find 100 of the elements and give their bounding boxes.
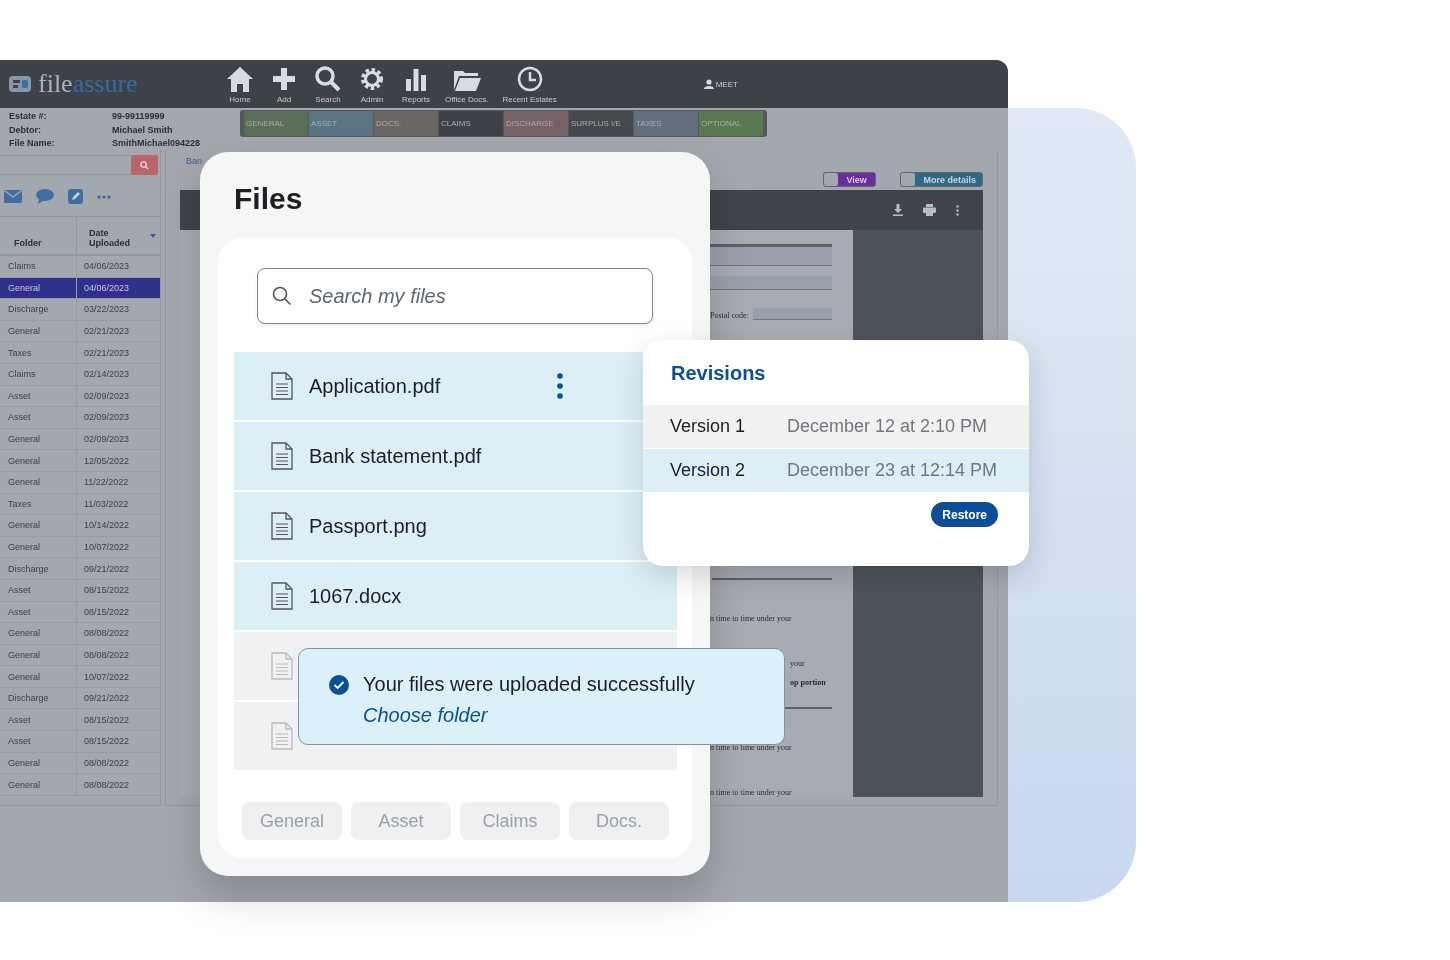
table-row[interactable]: Taxes 02/21/2023 (0, 342, 160, 364)
table-row[interactable]: Asset 02/09/2023 (0, 407, 160, 429)
folder-tab[interactable]: SURPLUS I/E (569, 111, 633, 136)
table-cell: General (0, 774, 77, 795)
table-cell-text: 04/06/2023 (83, 260, 131, 274)
table-cell: Asset (0, 407, 77, 428)
table-cell: General (0, 471, 77, 493)
nav-link[interactable]: Office Docs. (438, 64, 496, 104)
version-row[interactable]: Version 2 December 23 at 12:14 PM (643, 449, 1029, 492)
table-row[interactable]: General 12/05/2022 (0, 450, 160, 472)
table-cell: Asset (0, 601, 77, 623)
nav-link[interactable]: Recent Estates (495, 64, 564, 104)
file-row[interactable]: 1067.docx (234, 562, 677, 630)
printer-icon[interactable] (923, 204, 936, 216)
field-label: Estate #: (9, 110, 48, 123)
more-vertical-icon[interactable] (956, 204, 959, 216)
search-icon (140, 160, 149, 170)
table-row[interactable]: Discharge 09/21/2022 (0, 687, 160, 710)
more-icon[interactable] (97, 194, 111, 199)
edit-icon[interactable] (68, 189, 83, 204)
folder-chip[interactable]: General (242, 802, 342, 840)
table-cell-text: 08/08/2022 (83, 649, 131, 662)
nav-link[interactable]: Reports (394, 64, 438, 104)
table-row[interactable]: General 08/08/2022 (0, 623, 160, 645)
restore-button[interactable]: Restore (931, 502, 998, 527)
table-row[interactable]: Asset 08/15/2022 (0, 601, 160, 624)
breadcrumb-link[interactable]: Ban (186, 156, 202, 166)
document-icon (271, 442, 293, 470)
nav-link[interactable]: Home (218, 64, 262, 104)
table-row[interactable]: Asset 08/15/2022 (0, 579, 160, 602)
folder-tab[interactable]: DOCS. (374, 111, 438, 136)
version-name: Version 2 (670, 460, 747, 481)
table-cell: Discharge (0, 558, 77, 579)
table-row[interactable]: General 02/09/2023 (0, 428, 160, 451)
column-header[interactable]: Date Uploaded (77, 217, 160, 254)
folder-tab[interactable]: GENERAL (244, 111, 308, 136)
speech-bubble-icon[interactable] (36, 189, 54, 204)
table-cell: General (0, 277, 77, 299)
search-field[interactable] (0, 155, 131, 175)
folder-tab[interactable]: CLAIMS (439, 111, 503, 136)
file-row[interactable]: Application.pdf (234, 352, 643, 420)
table-cell-text: 04/06/2023 (83, 281, 131, 295)
version-row[interactable]: Version 1 December 12 at 2:10 PM (643, 405, 1029, 448)
envelope-icon[interactable] (4, 190, 22, 203)
file-name: Application.pdf (309, 374, 441, 398)
table-cell: Claims (0, 363, 77, 385)
table-cell: General (0, 644, 77, 666)
table-row[interactable]: General 08/08/2022 (0, 644, 160, 667)
table-row[interactable]: General 08/08/2022 (0, 752, 160, 775)
toast-message: Your files were uploaded successfully (363, 673, 695, 696)
column-header[interactable]: Folder (0, 217, 77, 254)
table-cell: Asset (0, 385, 77, 407)
folder-tab[interactable]: DISCHARGE (504, 111, 568, 136)
table-row[interactable]: Asset 08/15/2022 (0, 731, 160, 753)
nav-link[interactable]: Search (306, 64, 350, 104)
table-row[interactable]: Claims 02/14/2023 (0, 363, 160, 386)
table-row[interactable]: Asset 02/09/2023 (0, 385, 160, 408)
document-text: op portion (790, 678, 826, 687)
field-label: Debtor: (9, 123, 42, 137)
panel-title: Files (234, 182, 304, 216)
table-row[interactable]: General 08/08/2022 (0, 774, 160, 796)
search-button[interactable] (131, 155, 158, 175)
download-icon[interactable] (893, 204, 903, 216)
table-row[interactable]: Discharge 03/22/2023 (0, 299, 160, 321)
more-vertical-icon[interactable] (557, 373, 563, 399)
document-text: n time to time under your (710, 788, 792, 797)
table-cell: General (0, 623, 77, 644)
table-row[interactable]: General 04/06/2023 (0, 277, 160, 300)
table-cell-text: 02/14/2023 (83, 368, 131, 382)
document-icon (271, 722, 293, 750)
table-row[interactable]: Asset 08/15/2022 (0, 709, 160, 732)
document-icon (271, 512, 293, 540)
table-row[interactable]: General 11/22/2022 (0, 471, 160, 494)
version-date: December 12 at 2:10 PM (787, 416, 988, 437)
table-cell-text: 08/08/2022 (83, 756, 131, 770)
search-icon (313, 64, 343, 93)
table-cell-text: 08/15/2022 (83, 735, 131, 749)
table-cell-text: 10/14/2022 (83, 519, 131, 533)
user-menu[interactable]: MEET (703, 79, 738, 89)
document-icon (271, 372, 293, 400)
nav-link[interactable]: Add (262, 64, 306, 104)
table-row[interactable]: Discharge 09/21/2022 (0, 558, 160, 580)
sort-down-icon (150, 234, 156, 238)
search-field[interactable]: Search my files (257, 268, 653, 324)
toggle-switch[interactable]: More details (900, 172, 983, 187)
version-date: December 23 at 12:14 PM (787, 460, 998, 481)
toggle-switch[interactable]: View (823, 172, 877, 187)
table-row[interactable]: General 02/21/2023 (0, 320, 160, 343)
file-name: Passport.png (309, 514, 427, 538)
nav-link[interactable]: Admin (350, 64, 394, 104)
table-row[interactable]: General 10/14/2022 (0, 515, 160, 537)
table-row[interactable]: General 10/07/2022 (0, 666, 160, 688)
table-row[interactable]: General 10/07/2022 (0, 536, 160, 559)
table-row[interactable]: Claims 04/06/2023 (0, 256, 160, 278)
table-cell-text: 03/22/2023 (83, 303, 131, 317)
table-row[interactable]: Taxes 11/03/2022 (0, 493, 160, 516)
file-row[interactable]: Bank statement.pdf (234, 422, 643, 490)
choose-folder-link[interactable]: Choose folder (363, 704, 488, 727)
table-cell: Taxes (0, 342, 77, 363)
table-cell-text: 02/09/2023 (83, 411, 131, 425)
